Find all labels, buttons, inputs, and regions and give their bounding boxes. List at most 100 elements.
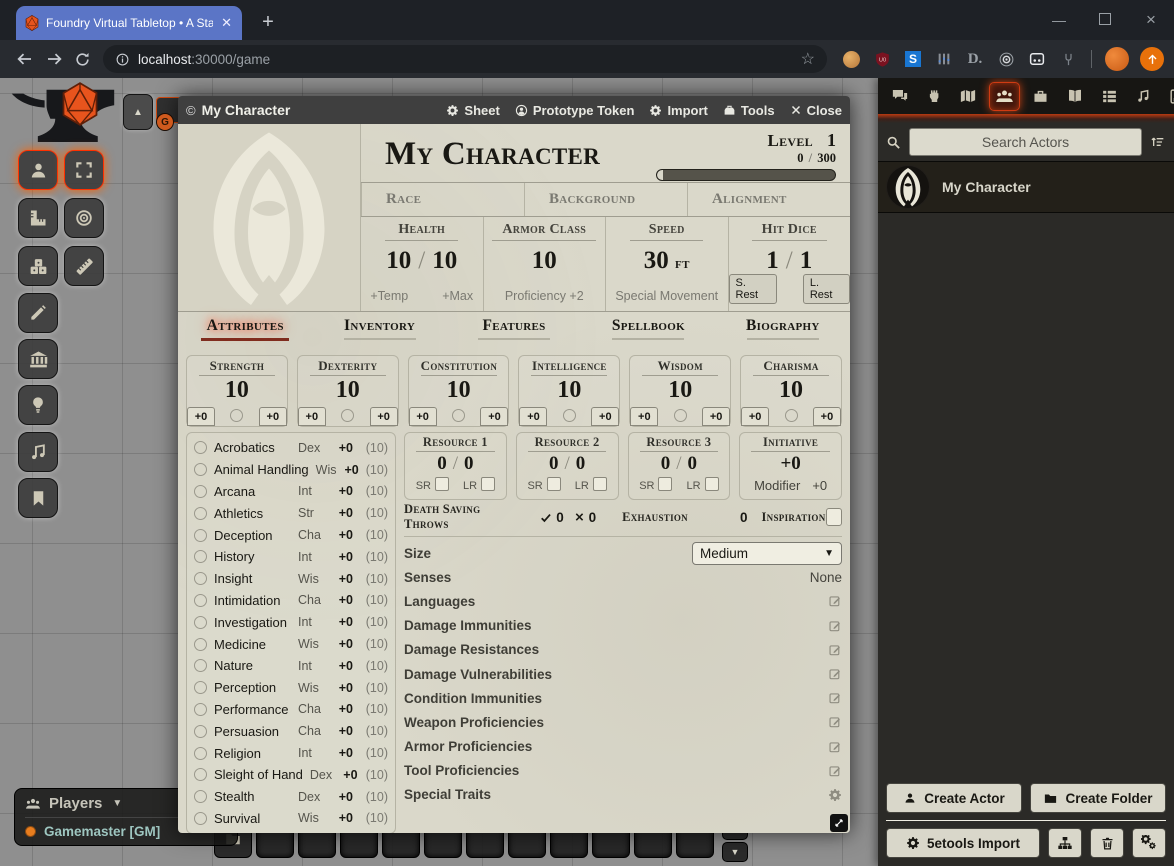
- sheet-config-button[interactable]: Sheet: [446, 103, 499, 118]
- tool-walls[interactable]: [18, 339, 58, 379]
- size-select[interactable]: Medium▼: [692, 542, 842, 565]
- skill-row[interactable]: Perception Wis +0 (10): [194, 677, 388, 699]
- ability-mod[interactable]: +0: [741, 407, 769, 426]
- extension-cookie-icon[interactable]: [841, 49, 861, 69]
- resource-block[interactable]: Resource 3 0/0 SR LR: [628, 432, 731, 500]
- save-proficiency-radio[interactable]: [452, 409, 465, 422]
- death-failures[interactable]: 0: [589, 510, 597, 525]
- extension-grid-icon[interactable]: [934, 49, 954, 69]
- skill-name[interactable]: Stealth: [214, 789, 291, 804]
- skill-proficiency-radio[interactable]: [194, 485, 207, 498]
- xp-current[interactable]: 0: [797, 151, 803, 165]
- ability-block[interactable]: Dexterity 10 +0 +0: [297, 355, 399, 427]
- tab-scenes[interactable]: [954, 83, 982, 109]
- tab-spellbook[interactable]: Spellbook: [581, 317, 715, 340]
- reload-button[interactable]: [68, 44, 97, 74]
- level-value[interactable]: 1: [827, 130, 836, 150]
- edit-icon[interactable]: [828, 740, 842, 754]
- skill-row[interactable]: Survival Wis +0 (10): [194, 808, 388, 830]
- skill-name[interactable]: Intimidation: [214, 593, 291, 608]
- hp-max[interactable]: 10: [432, 247, 457, 274]
- tab-compendium[interactable]: [1163, 84, 1174, 109]
- lr-check box[interactable]: [593, 477, 607, 491]
- long-rest-button[interactable]: L. Rest: [803, 274, 850, 304]
- skill-row[interactable]: Athletics Str +0 (10): [194, 502, 388, 524]
- exhaustion-value[interactable]: 0: [740, 510, 748, 525]
- tab-playlists[interactable]: [1130, 84, 1156, 108]
- ability-save[interactable]: +0: [702, 407, 730, 426]
- sr-checkbox[interactable]: [658, 477, 672, 491]
- skill-row[interactable]: Animal Handling Wis +0 (10): [194, 459, 388, 481]
- skill-name[interactable]: Persuasion: [214, 724, 291, 739]
- window-header[interactable]: © My Character Sheet Prototype Token Imp…: [178, 96, 850, 124]
- detail-field[interactable]: Race: [361, 183, 524, 216]
- skill-proficiency-radio[interactable]: [194, 594, 207, 607]
- skill-proficiency-radio[interactable]: [194, 725, 207, 738]
- skill-row[interactable]: Intimidation Cha +0 (10): [194, 590, 388, 612]
- tool-measure-ruler[interactable]: [18, 198, 58, 238]
- foundry-logo[interactable]: [4, 82, 120, 146]
- skill-proficiency-radio[interactable]: [194, 572, 207, 585]
- ability-name[interactable]: Dexterity: [310, 356, 386, 376]
- skill-proficiency-radio[interactable]: [194, 747, 207, 760]
- ability-name[interactable]: Charisma: [753, 356, 829, 376]
- detail-field[interactable]: Alignment: [687, 183, 850, 216]
- skill-proficiency-radio[interactable]: [194, 463, 207, 476]
- info-icon[interactable]: [115, 52, 130, 67]
- hotbar-page-down[interactable]: ▼: [722, 842, 748, 862]
- extension-fork-icon[interactable]: [1058, 49, 1078, 69]
- tool-drawings[interactable]: [18, 293, 58, 333]
- browser-tab[interactable]: Foundry Virtual Tabletop • A Stan ✕: [16, 6, 242, 40]
- special-movement-label[interactable]: Special Movement: [615, 289, 718, 303]
- forward-button[interactable]: [39, 44, 68, 74]
- resource-block[interactable]: Resource 2 0/0 SR LR: [516, 432, 619, 500]
- initiative-modifier[interactable]: +0: [812, 478, 827, 493]
- resource-value[interactable]: 0: [661, 453, 671, 474]
- tab-combat[interactable]: [921, 84, 947, 108]
- senses-value[interactable]: None: [810, 570, 842, 585]
- edit-icon[interactable]: [828, 691, 842, 705]
- search-input[interactable]: [909, 128, 1142, 156]
- tab-attributes[interactable]: Attributes: [178, 317, 312, 341]
- character-portrait[interactable]: [178, 124, 361, 311]
- create-folder-button[interactable]: Create Folder: [1030, 783, 1166, 813]
- hp-tempmax-label[interactable]: +Max: [442, 289, 473, 303]
- skill-row[interactable]: Medicine Wis +0 (10): [194, 633, 388, 655]
- ability-score[interactable]: 10: [225, 377, 249, 403]
- ability-score[interactable]: 10: [779, 377, 803, 403]
- skill-row[interactable]: Sleight of Hand Dex +0 (10): [194, 764, 388, 786]
- skill-name[interactable]: Religion: [214, 746, 291, 761]
- url-bar[interactable]: localhost:30000/game ☆: [103, 45, 827, 73]
- resource-max[interactable]: 0: [688, 453, 698, 474]
- skill-row[interactable]: Religion Int +0 (10): [194, 742, 388, 764]
- skill-name[interactable]: Animal Handling: [214, 462, 309, 477]
- skill-proficiency-radio[interactable]: [194, 703, 207, 716]
- ability-save[interactable]: +0: [813, 407, 841, 426]
- tool-token-select[interactable]: [18, 150, 58, 190]
- skill-name[interactable]: Acrobatics: [214, 440, 291, 455]
- actor-list-item[interactable]: My Character: [878, 161, 1174, 213]
- config-gear-icon[interactable]: [828, 788, 842, 802]
- tab-actors[interactable]: [989, 82, 1020, 111]
- skill-proficiency-radio[interactable]: [194, 638, 207, 651]
- skill-proficiency-radio[interactable]: [194, 507, 207, 520]
- skill-proficiency-radio[interactable]: [194, 812, 207, 825]
- edit-icon[interactable]: [828, 643, 842, 657]
- resource-value[interactable]: 0: [437, 453, 447, 474]
- skill-row[interactable]: Insight Wis +0 (10): [194, 568, 388, 590]
- tab-features[interactable]: Features: [447, 317, 581, 340]
- window-resize-handle[interactable]: [830, 814, 848, 832]
- ability-score[interactable]: 10: [447, 377, 471, 403]
- death-successes[interactable]: 0: [556, 510, 564, 525]
- nav-collapse-button[interactable]: ▲: [123, 94, 153, 130]
- ability-name[interactable]: Constitution: [421, 356, 497, 376]
- create-actor-button[interactable]: Create Actor: [886, 783, 1022, 813]
- skill-name[interactable]: Sleight of Hand: [214, 767, 303, 782]
- edit-icon[interactable]: [828, 667, 842, 681]
- tool-notes[interactable]: [18, 478, 58, 518]
- delete-button[interactable]: [1090, 828, 1124, 858]
- ability-block[interactable]: Constitution 10 +0 +0: [408, 355, 510, 427]
- profile-avatar[interactable]: [1105, 47, 1129, 71]
- skill-name[interactable]: Nature: [214, 658, 291, 673]
- extension-container-icon[interactable]: [1027, 49, 1047, 69]
